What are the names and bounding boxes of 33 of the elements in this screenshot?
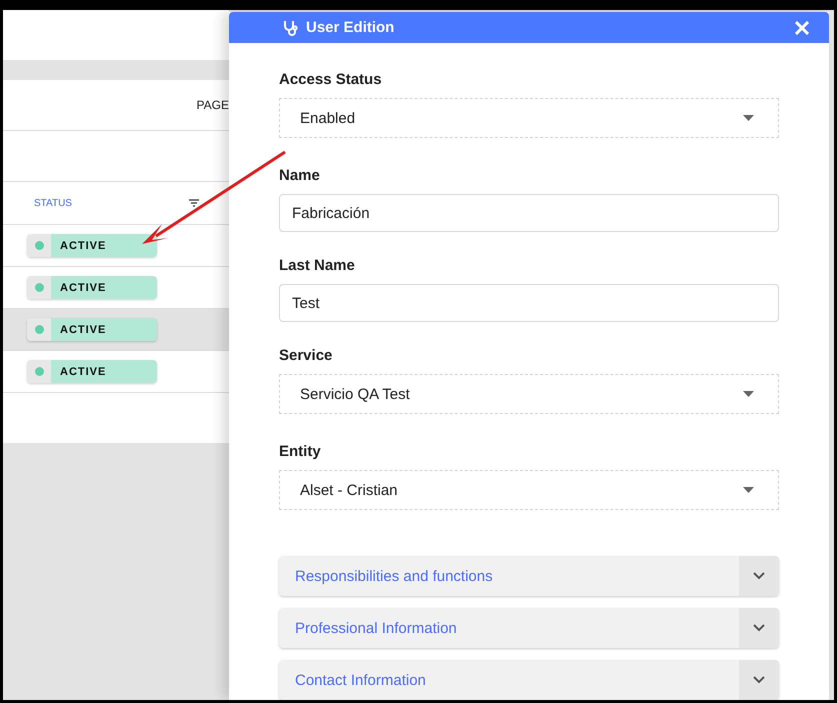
section-title: Professional Information [294,620,457,636]
input-field[interactable]: Test [279,284,779,322]
accordion-section[interactable]: Contact Information [279,660,779,700]
field-label: Name [279,167,321,184]
accordion-section[interactable]: Professional Information [279,608,779,648]
dropdown-field[interactable]: Enabled [279,98,779,138]
chevron-icon [753,624,765,632]
filter-icon[interactable] [189,199,199,207]
field-label: Access Status [279,71,383,88]
accordion-section[interactable]: Responsibilities and functions [279,556,779,596]
field-label: Service [279,347,334,364]
table-row[interactable]: ACTIVE [3,309,229,351]
status-dot [34,325,44,334]
panel-title: User Edition [306,19,396,36]
status-dot [34,367,44,376]
close-icon[interactable] [795,20,809,34]
column-header: STATUS [34,198,72,208]
field-label: Last Name [279,257,356,274]
section-title: Contact Information [294,672,426,688]
dropdown-field[interactable]: Alset - Cristian [279,470,779,510]
dropdown-field[interactable]: Servicio QA Test [279,374,779,414]
stethoscope-icon [283,20,298,36]
caret-icon [743,487,754,493]
caret-icon [743,115,754,121]
caret-icon [743,391,754,397]
section-title: Responsibilities and functions [294,568,493,584]
field-label: Entity [279,443,322,460]
chevron-icon [753,676,765,684]
pagination-label: PAGE [196,98,229,112]
status-dot [34,283,44,292]
status-dot [34,241,44,250]
input-field[interactable]: Fabricación [279,194,779,232]
chevron-icon [753,572,765,580]
